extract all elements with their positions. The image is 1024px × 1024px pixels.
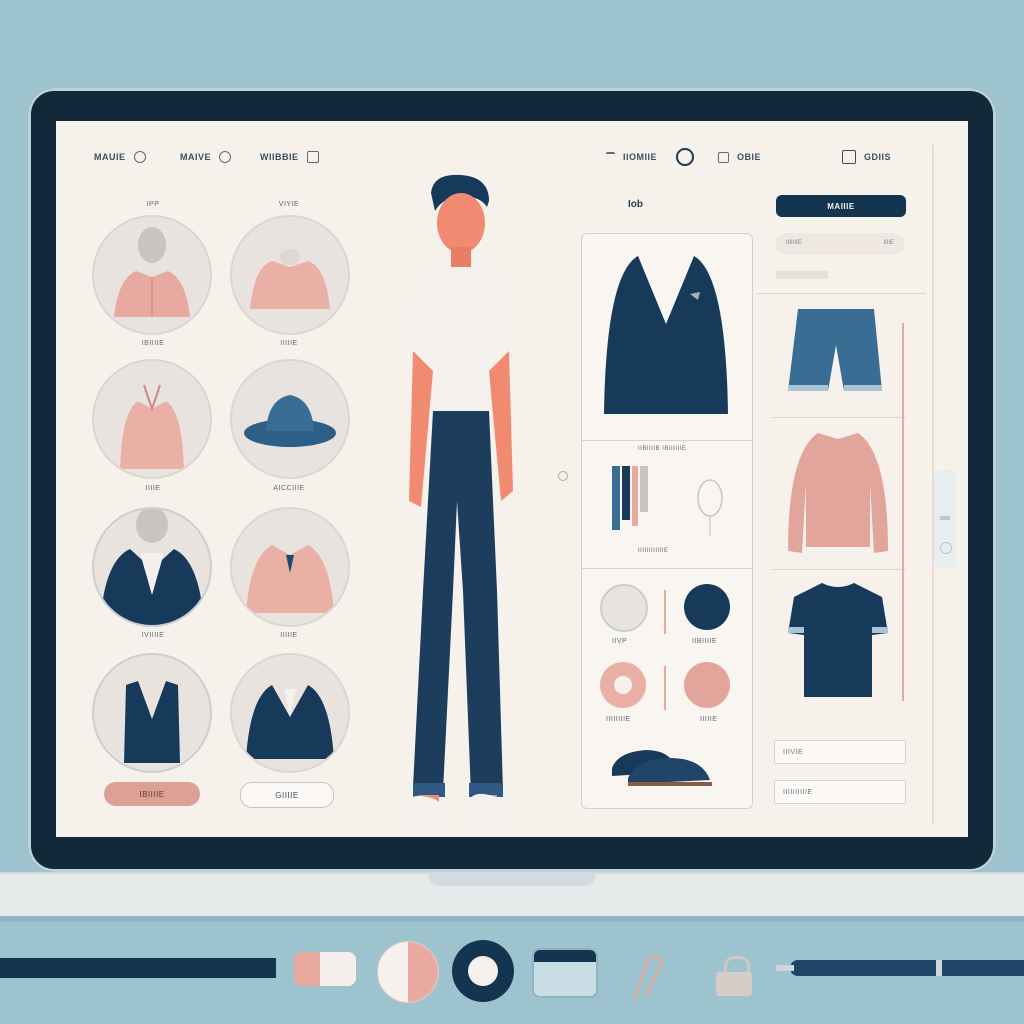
hat-icon <box>244 395 336 447</box>
input-field-1[interactable]: IIIVIE <box>774 740 906 764</box>
shoes-icon <box>612 750 712 786</box>
color-swatch-rose[interactable] <box>684 662 730 708</box>
jar-icon <box>532 948 598 998</box>
hangers-icon <box>612 466 723 536</box>
swatch-label: IIBIIIIE <box>692 638 718 645</box>
divider <box>772 569 906 570</box>
divider <box>582 568 752 569</box>
list-scrollbar[interactable] <box>902 323 904 701</box>
section-label: IIIIIIIIIIIIE <box>638 548 669 554</box>
secondary-button[interactable]: GIIIIE <box>240 782 334 808</box>
nav-label: MAUIE <box>94 152 126 162</box>
sweater-icon <box>788 433 888 553</box>
globe-icon <box>219 151 232 163</box>
nav-label: OBIE <box>737 152 762 162</box>
placeholder-bar <box>776 271 828 279</box>
divider <box>582 440 752 441</box>
outfit-panel: IIBIIIIB IBIIIIIIE IIIIIIIIIIIIE IIVP II… <box>581 233 753 809</box>
category-label: IIIIIE <box>280 632 298 639</box>
sweater-icon <box>250 249 330 309</box>
cup-icon <box>306 151 319 163</box>
item-hoodie-pink[interactable] <box>230 507 350 627</box>
lock-icon <box>716 956 752 996</box>
laptop-notch <box>428 872 596 886</box>
blazer-icon <box>246 685 334 759</box>
item-suit-navy[interactable] <box>92 507 212 627</box>
carousel-dot[interactable] <box>558 471 568 481</box>
category-label: IVIIIIE <box>141 632 165 639</box>
paperclip-icon <box>632 954 664 1001</box>
jacket-icon <box>604 254 728 414</box>
category-label: VIYIE <box>278 201 300 208</box>
avatar-model <box>405 174 513 821</box>
category-label: IIIIIE <box>280 340 298 347</box>
nav-item-3[interactable]: WIIBBIE <box>260 149 319 165</box>
swatch-label: IIIIIE <box>700 716 718 723</box>
compact-icon <box>378 942 438 1002</box>
search-filter: IIIIE <box>883 240 894 246</box>
nav-label: IIOMIIE <box>623 152 658 162</box>
nav-item-2[interactable]: MAIVE <box>180 149 232 165</box>
tape-icon <box>452 940 514 1002</box>
slider-track[interactable] <box>664 666 666 710</box>
category-label: IBIIIIE <box>141 340 165 347</box>
swatch-item[interactable] <box>600 584 648 632</box>
shorts-icon <box>788 309 882 391</box>
main-action-button[interactable]: MAIIIE <box>776 195 906 217</box>
slider-track[interactable] <box>664 590 666 634</box>
app-screen: MAUIE MAIVE WIIBBIE IIOMIIE OBIE GDIIS I… <box>56 121 968 837</box>
category-label: IPP <box>146 201 160 208</box>
square-icon <box>718 151 729 163</box>
primary-button[interactable]: IBIIIIE <box>104 782 200 806</box>
laptop-shadow <box>0 916 1024 922</box>
nav-item-1[interactable]: MAUIE <box>94 149 146 165</box>
hoodie-icon <box>246 545 334 613</box>
blouse-icon <box>120 384 184 469</box>
tshirt-icon <box>788 583 888 697</box>
item-blazer-navy[interactable] <box>230 653 350 773</box>
divider <box>772 417 906 418</box>
bag-icon <box>842 150 856 164</box>
category-label: AICCIIIE <box>273 485 305 492</box>
item-blouse-pink[interactable] <box>92 359 212 479</box>
ring-icon <box>676 148 694 166</box>
suit-icon <box>100 509 204 625</box>
nav-item-5[interactable]: OBIE <box>718 149 761 165</box>
divider <box>756 293 926 294</box>
filter-icon <box>606 151 615 163</box>
nav-label: MAIVE <box>180 152 212 162</box>
eraser-icon <box>294 952 356 986</box>
swatch-label: IIVP <box>612 638 628 645</box>
search-placeholder: IIIIIIIE <box>786 240 802 246</box>
nav-ring-button[interactable] <box>676 148 694 166</box>
search-field[interactable]: IIIIIIIE IIIIE <box>776 233 904 255</box>
item-shirt-pink[interactable] <box>92 215 212 335</box>
shirt-icon <box>114 227 190 317</box>
swatch-label: IIIIIIIIE <box>606 716 631 723</box>
section-label: IIBIIIIB IBIIIIIIE <box>638 446 687 452</box>
item-hat-blue[interactable] <box>230 359 350 479</box>
side-slider[interactable] <box>934 470 956 568</box>
nav-label: WIIBBIE <box>260 152 299 162</box>
panel-title: Iob <box>628 199 643 210</box>
nav-item-6[interactable]: GDIIS <box>842 149 891 165</box>
vest-icon <box>124 681 180 763</box>
item-vest-navy[interactable] <box>92 653 212 773</box>
nav-label: GDIIS <box>864 152 892 162</box>
category-label: IIIIE <box>145 485 161 492</box>
color-swatch-navy[interactable] <box>684 584 730 630</box>
nav-item-4[interactable]: IIOMIIE <box>606 149 657 165</box>
color-swatch-blush[interactable] <box>600 662 646 708</box>
item-sweater-pink[interactable] <box>230 215 350 335</box>
search-icon <box>133 151 146 163</box>
pen-icon <box>776 960 1024 976</box>
input-field-2[interactable]: IIIIIIIIIIE <box>774 780 906 804</box>
pencil-icon <box>0 958 276 978</box>
